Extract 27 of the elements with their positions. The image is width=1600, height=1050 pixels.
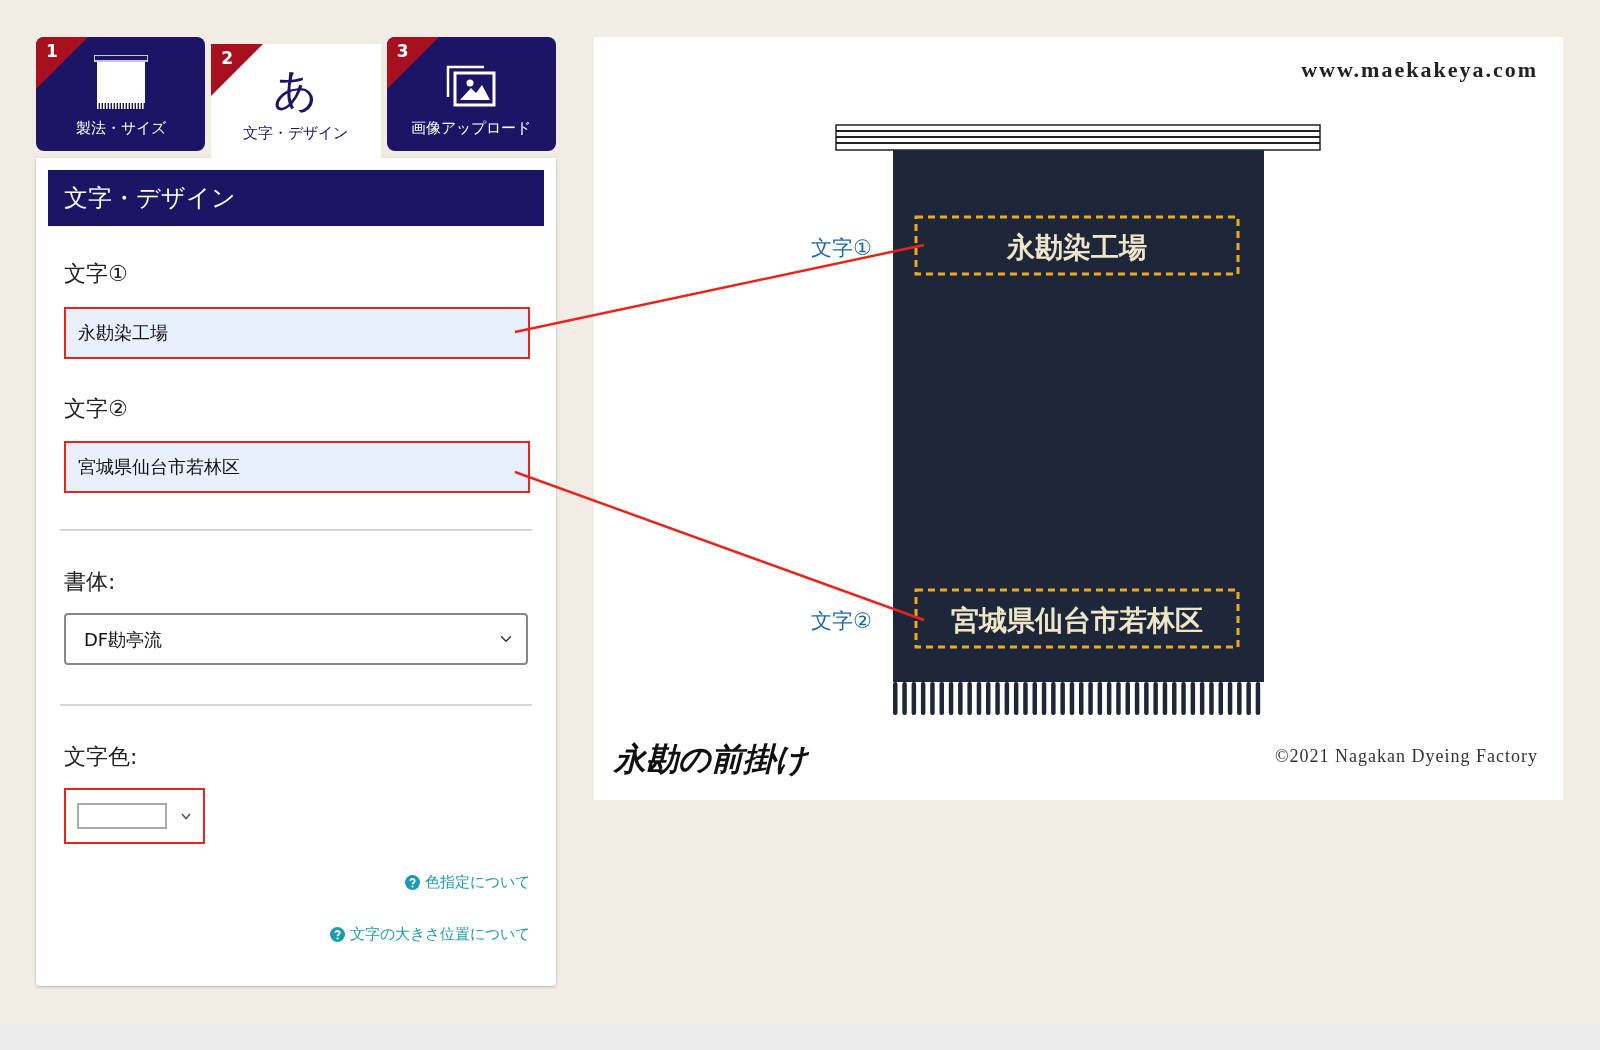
brand-logo: 永勘の前掛け <box>614 740 808 778</box>
text-input[interactable]: 宮城県仙台市若林区 <box>64 441 530 493</box>
field-label: 文字① <box>64 260 129 288</box>
step-tab[interactable]: 2 あ 文字・デザイン <box>211 44 381 158</box>
corner-flag <box>386 37 439 89</box>
apron-text: 宮城県仙台市若林区 <box>951 604 1203 637</box>
help-icon <box>330 926 345 942</box>
color-picker[interactable] <box>64 788 205 844</box>
curtain-icon <box>93 54 148 109</box>
help-icon <box>405 874 420 890</box>
field-label: 文字② <box>64 395 129 423</box>
text-input[interactable]: 永勘染工場 <box>64 307 530 359</box>
area-marker: 文字② <box>811 609 872 633</box>
image-icon <box>446 64 497 107</box>
field-label: 書体: <box>64 568 117 596</box>
area-marker: 文字① <box>811 236 872 260</box>
font-select[interactable]: DF勘亭流 <box>64 613 528 665</box>
section-title: 文字・デザイン <box>48 170 544 226</box>
caret-icon <box>181 812 191 820</box>
apron-text: 永勘染工場 <box>1007 231 1147 264</box>
corner-flag <box>36 37 88 89</box>
field-label: 文字色: <box>64 743 139 771</box>
site-url: www.maekakeya.com <box>1301 57 1538 82</box>
copyright-text: ©2021 Nagakan Dyeing Factory <box>1274 746 1538 766</box>
step-tab[interactable]: 3 画像アップロード <box>386 37 556 151</box>
step-tab[interactable]: 1 製法・サイズ <box>36 37 206 151</box>
corner-flag <box>211 44 264 96</box>
